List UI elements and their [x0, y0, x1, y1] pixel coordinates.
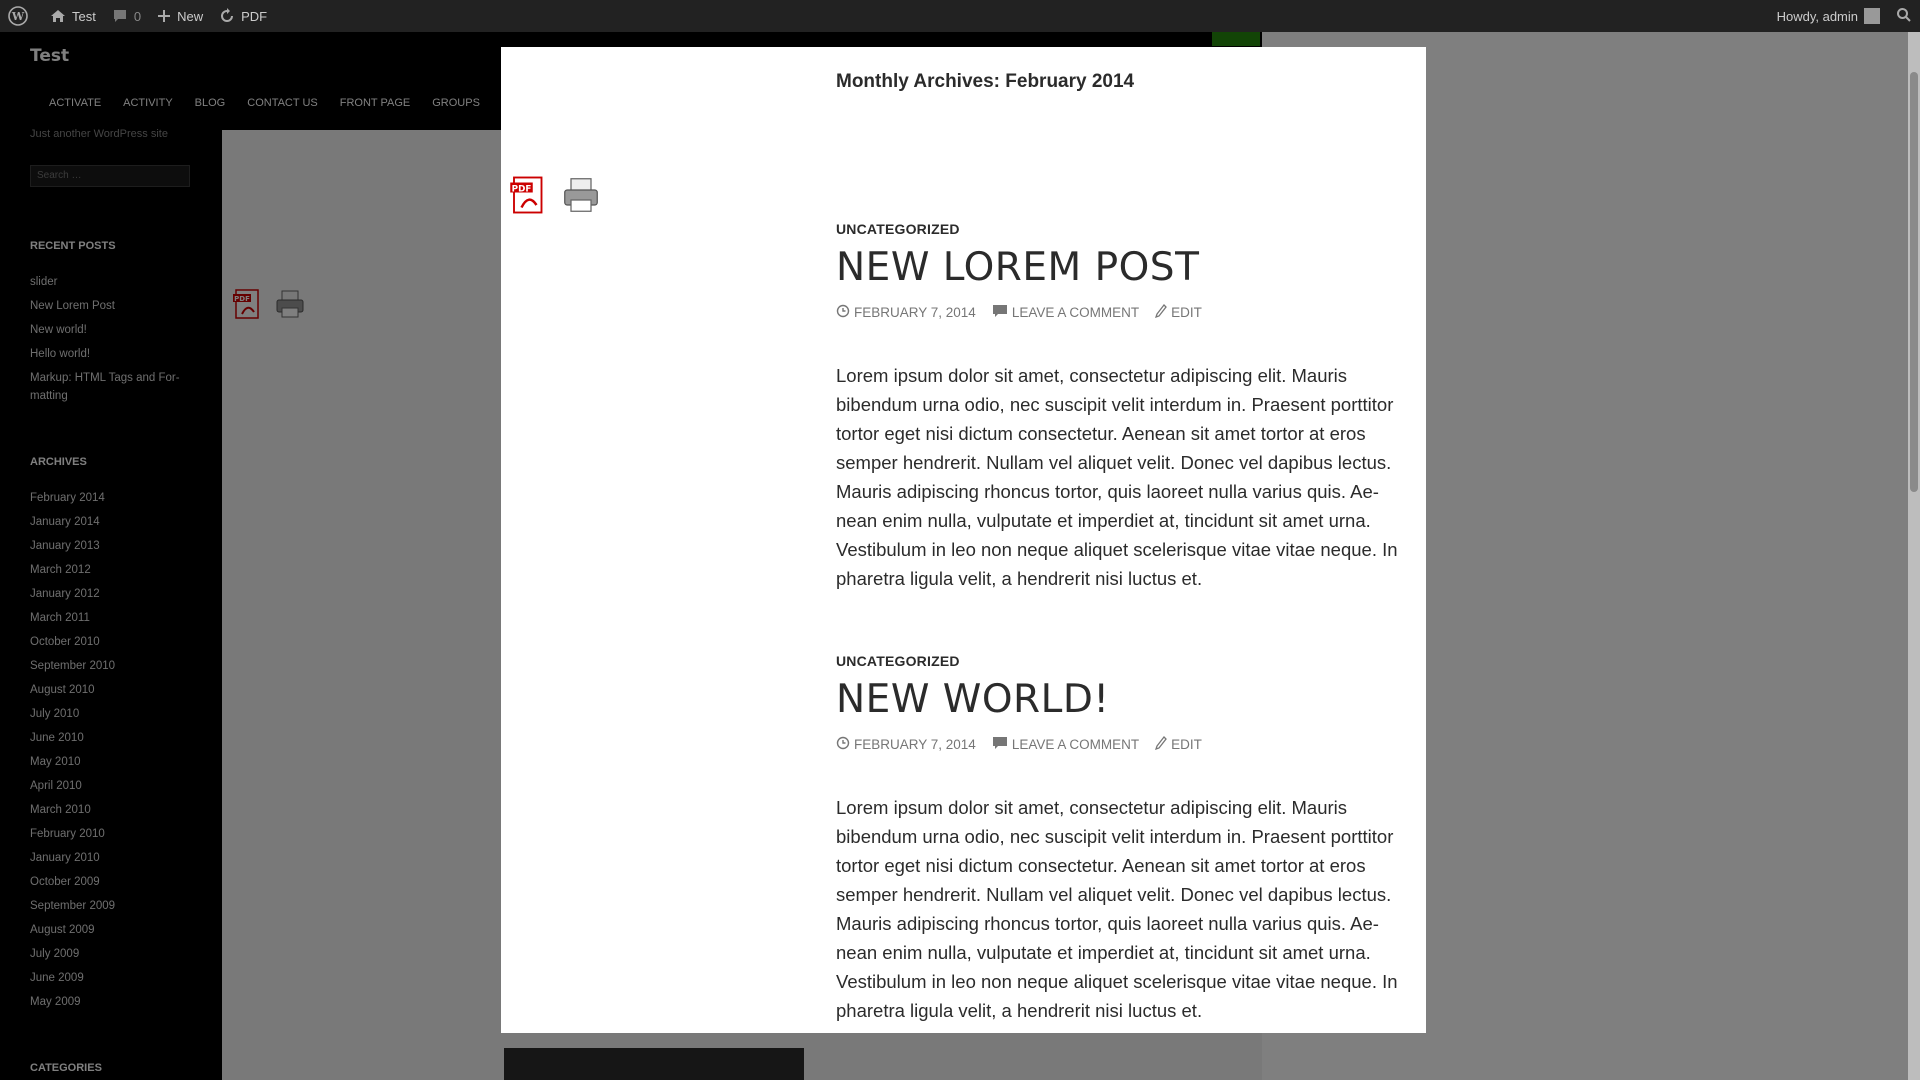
wordpress-logo-button[interactable]: W	[0, 0, 42, 32]
home-icon	[50, 8, 66, 24]
comment-icon	[992, 736, 1008, 753]
comment-icon	[112, 8, 128, 24]
adminbar-search-button[interactable]	[1888, 0, 1920, 32]
refresh-icon	[219, 8, 235, 24]
pdf-menu-button[interactable]: PDF	[211, 0, 275, 32]
svg-text:PDF: PDF	[512, 184, 532, 194]
post-title[interactable]: NEW LOREM POST	[836, 245, 1416, 290]
leave-comment-label: LEAVE A COMMENT	[1011, 737, 1140, 752]
post-date-link[interactable]: FEBRUARY 7, 2014	[836, 304, 976, 321]
post-excerpt: Lorem ipsum dolor sit amet, consectetur …	[836, 797, 1398, 1021]
pencil-icon	[1155, 736, 1167, 753]
avatar	[1864, 8, 1880, 24]
my-account-link[interactable]: Howdy, admin	[1769, 0, 1888, 32]
modal-export-icons: PDF	[509, 175, 601, 220]
clock-icon	[836, 304, 850, 321]
plus-icon	[157, 9, 171, 23]
post-date-link[interactable]: FEBRUARY 7, 2014	[836, 736, 976, 753]
post-excerpt: Lorem ipsum dolor sit amet, consectetur …	[836, 365, 1398, 589]
leave-comment-label: LEAVE A COMMENT	[1011, 305, 1140, 320]
page-title: Monthly Archives: February 2014	[836, 71, 1135, 92]
comments-link[interactable]: 0	[104, 0, 149, 32]
svg-text:W: W	[11, 10, 25, 23]
post-article: UNCATEGORIZED NEW WORLD! FEBRUARY 7, 201…	[836, 653, 1416, 1025]
leave-comment-link[interactable]: LEAVE A COMMENT	[992, 736, 1139, 753]
new-content-button[interactable]: New	[149, 0, 211, 32]
new-label: New	[177, 8, 204, 24]
post-date: FEBRUARY 7, 2014	[854, 305, 976, 320]
post-title[interactable]: NEW WORLD!	[836, 677, 1416, 722]
page-scrollbar[interactable]	[1908, 32, 1920, 1080]
wordpress-logo-icon: W	[8, 6, 28, 26]
printer-icon[interactable]	[561, 175, 601, 220]
search-icon	[1896, 7, 1912, 26]
edit-label: EDIT	[1171, 305, 1202, 320]
scrollbar-thumb[interactable]	[1910, 72, 1918, 492]
post-date: FEBRUARY 7, 2014	[854, 737, 976, 752]
print-preview-modal: PDF Monthly Archives: February 2014 UNCA…	[501, 47, 1426, 1033]
post-category[interactable]: UNCATEGORIZED	[836, 221, 1416, 237]
pencil-icon	[1155, 304, 1167, 321]
post-category[interactable]: UNCATEGORIZED	[836, 653, 1416, 669]
pdf-icon[interactable]: PDF	[509, 175, 549, 220]
site-name-label: Test	[72, 8, 96, 24]
comment-icon	[992, 304, 1008, 321]
site-name-link[interactable]: Test	[42, 0, 104, 32]
comments-count: 0	[133, 8, 142, 24]
edit-post-link[interactable]: EDIT	[1155, 304, 1202, 321]
howdy-label: Howdy, admin	[1776, 8, 1858, 24]
pdf-label: PDF	[241, 8, 268, 24]
edit-label: EDIT	[1171, 737, 1202, 752]
clock-icon	[836, 736, 850, 753]
leave-comment-link[interactable]: LEAVE A COMMENT	[992, 304, 1139, 321]
post-article: UNCATEGORIZED NEW LOREM POST FEBRUARY 7,…	[836, 221, 1416, 593]
post-meta: FEBRUARY 7, 2014 LEAVE A COMMENT EDIT	[836, 736, 1416, 753]
admin-bar: W Test 0 New PDF Howdy, admin	[0, 0, 1920, 32]
post-meta: FEBRUARY 7, 2014 LEAVE A COMMENT EDIT	[836, 304, 1416, 321]
edit-post-link[interactable]: EDIT	[1155, 736, 1202, 753]
